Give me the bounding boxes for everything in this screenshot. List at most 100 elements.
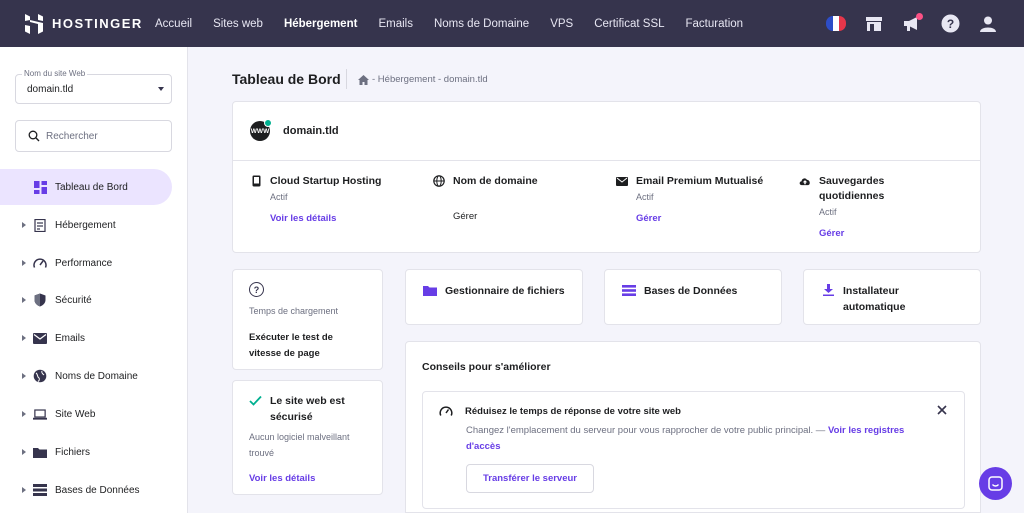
cloud-upload-icon xyxy=(799,175,811,187)
domain-overview-card: WWW domain.tld Cloud Startup Hosting Act… xyxy=(232,101,981,253)
tip-description: Changez l'emplacement du serveur pour vo… xyxy=(466,425,905,452)
download-icon xyxy=(821,283,835,297)
sidebar-item-label: Performance xyxy=(55,257,113,269)
page-speed-card: ? Temps de chargement Exécuter le test d… xyxy=(232,269,383,370)
notification-dot xyxy=(916,12,923,20)
store-icon[interactable] xyxy=(864,14,884,34)
chevron-right-icon xyxy=(22,260,26,266)
service-title: Nom de domaine xyxy=(453,175,538,187)
view-details-link[interactable]: Voir les détails xyxy=(249,473,366,484)
speed-subtitle: Temps de chargement xyxy=(249,306,339,316)
file-manager-card[interactable]: Gestionnaire de fichiers xyxy=(405,269,583,325)
service-hosting: Cloud Startup Hosting Actif Voir les dét… xyxy=(250,174,381,224)
sidebar-item-bases-de-donnees[interactable]: Bases de Données xyxy=(0,472,172,508)
breadcrumb: - Hébergement - domain.tld xyxy=(358,74,488,85)
chevron-right-icon xyxy=(22,449,26,455)
run-speed-test-link[interactable]: Exécuter le test de vitesse de page xyxy=(249,330,366,362)
nav-item-emails[interactable]: Emails xyxy=(378,18,413,30)
nav-menu: Accueil Sites web Hébergement Emails Nom… xyxy=(155,0,764,47)
nav-item-sites-web[interactable]: Sites web xyxy=(213,18,263,30)
svg-text:?: ? xyxy=(946,17,953,31)
gauge-icon xyxy=(33,256,47,270)
server-icon xyxy=(33,218,47,232)
chevron-right-icon xyxy=(22,297,26,303)
close-icon[interactable] xyxy=(936,404,948,416)
tool-label: Bases de Données xyxy=(644,285,738,297)
sidebar-item-securite[interactable]: Sécurité xyxy=(0,282,172,318)
search-icon xyxy=(28,130,40,142)
database-icon xyxy=(33,483,47,497)
chevron-right-icon xyxy=(22,335,26,341)
security-subtitle: Aucun logiciel malveillant trouvé xyxy=(249,432,350,458)
sidebar-item-label: Tableau de Bord xyxy=(55,181,128,193)
page-title: Tableau de Bord xyxy=(232,71,341,87)
transfer-server-button[interactable]: Transférer le serveur xyxy=(466,464,594,493)
nav-item-vps[interactable]: VPS xyxy=(550,18,573,30)
site-select-label: Nom du site Web xyxy=(22,69,88,78)
check-icon xyxy=(249,395,262,406)
tip-item: Réduisez le temps de réponse de votre si… xyxy=(422,391,965,509)
tool-label: Installateur automatique xyxy=(843,285,906,313)
mail-icon xyxy=(33,331,47,345)
view-details-link[interactable]: Voir les détails xyxy=(270,213,381,224)
chevron-right-icon xyxy=(22,487,26,493)
site-select-value: domain.tld xyxy=(27,84,74,95)
chat-icon xyxy=(988,476,1003,491)
service-title: Email Premium Mutualisé xyxy=(636,175,764,187)
france-flag-icon[interactable] xyxy=(826,14,846,34)
nav-actions: ? xyxy=(808,0,998,47)
nav-item-hebergement[interactable]: Hébergement xyxy=(284,18,358,30)
tip-title: Réduisez le temps de réponse de votre si… xyxy=(465,405,681,417)
help-icon[interactable]: ? xyxy=(940,14,960,34)
service-title: Sauvegardes quotidiennes xyxy=(819,175,885,202)
sidebar-item-fichiers[interactable]: Fichiers xyxy=(0,434,172,470)
manage-link[interactable]: Gérer xyxy=(636,213,763,224)
sidebar-item-tableau-de-bord[interactable]: Tableau de Bord xyxy=(0,169,172,205)
auto-installer-card[interactable]: Installateur automatique xyxy=(803,269,981,325)
folder-icon xyxy=(33,445,47,459)
manage-link[interactable]: Gérer xyxy=(453,211,538,222)
service-domain: Nom de domaine Gérer xyxy=(433,174,538,222)
sidebar-item-noms-de-domaine[interactable]: Noms de Domaine xyxy=(0,358,172,394)
status-dot xyxy=(264,119,272,127)
sidebar-search xyxy=(15,120,172,152)
hostinger-logo[interactable]: HOSTINGER xyxy=(25,13,155,34)
service-status: Actif xyxy=(270,192,288,202)
nav-item-facturation[interactable]: Facturation xyxy=(686,18,744,30)
folder-icon xyxy=(423,283,437,297)
globe-icon xyxy=(33,369,47,383)
sidebar-item-label: Hébergement xyxy=(55,219,116,231)
search-input[interactable] xyxy=(46,130,156,142)
service-backups: Sauvegardes quotidiennes Actif Gérer xyxy=(799,174,959,239)
sidebar-item-label: Bases de Données xyxy=(55,484,140,496)
nav-item-noms-de-domaine[interactable]: Noms de Domaine xyxy=(434,18,529,30)
www-globe-icon: WWW xyxy=(250,119,272,141)
home-icon[interactable] xyxy=(358,74,369,85)
sidebar-item-performance[interactable]: Performance xyxy=(0,245,172,281)
breadcrumb-path[interactable]: - Hébergement - domain.tld xyxy=(372,74,488,85)
manage-link[interactable]: Gérer xyxy=(819,228,959,239)
megaphone-icon[interactable] xyxy=(902,12,923,34)
sidebar-item-hebergement[interactable]: Hébergement xyxy=(0,207,172,243)
breadcrumb-divider xyxy=(346,69,347,89)
site-select[interactable]: Nom du site Web domain.tld xyxy=(15,69,172,104)
sidebar-item-emails[interactable]: Emails xyxy=(0,320,172,356)
speedometer-icon xyxy=(439,406,453,416)
top-navigation: HOSTINGER Accueil Sites web Hébergement … xyxy=(0,0,1024,47)
mail-icon xyxy=(616,175,628,187)
tool-label: Gestionnaire de fichiers xyxy=(445,285,565,297)
service-status: Actif xyxy=(819,207,837,217)
domain-name: domain.tld xyxy=(283,125,339,137)
databases-card[interactable]: Bases de Données xyxy=(604,269,782,325)
account-icon[interactable] xyxy=(978,14,998,34)
sidebar-item-label: Site Web xyxy=(55,408,96,420)
caret-down-icon xyxy=(158,87,164,91)
nav-item-certificat-ssl[interactable]: Certificat SSL xyxy=(594,18,664,30)
sidebar-item-site-web[interactable]: Site Web xyxy=(0,396,172,432)
shield-icon xyxy=(33,293,47,307)
service-title: Cloud Startup Hosting xyxy=(270,175,382,187)
nav-item-accueil[interactable]: Accueil xyxy=(155,18,192,30)
service-status: Actif xyxy=(636,192,654,202)
sidebar-item-label: Sécurité xyxy=(55,294,92,306)
chat-support-button[interactable] xyxy=(979,467,1012,500)
